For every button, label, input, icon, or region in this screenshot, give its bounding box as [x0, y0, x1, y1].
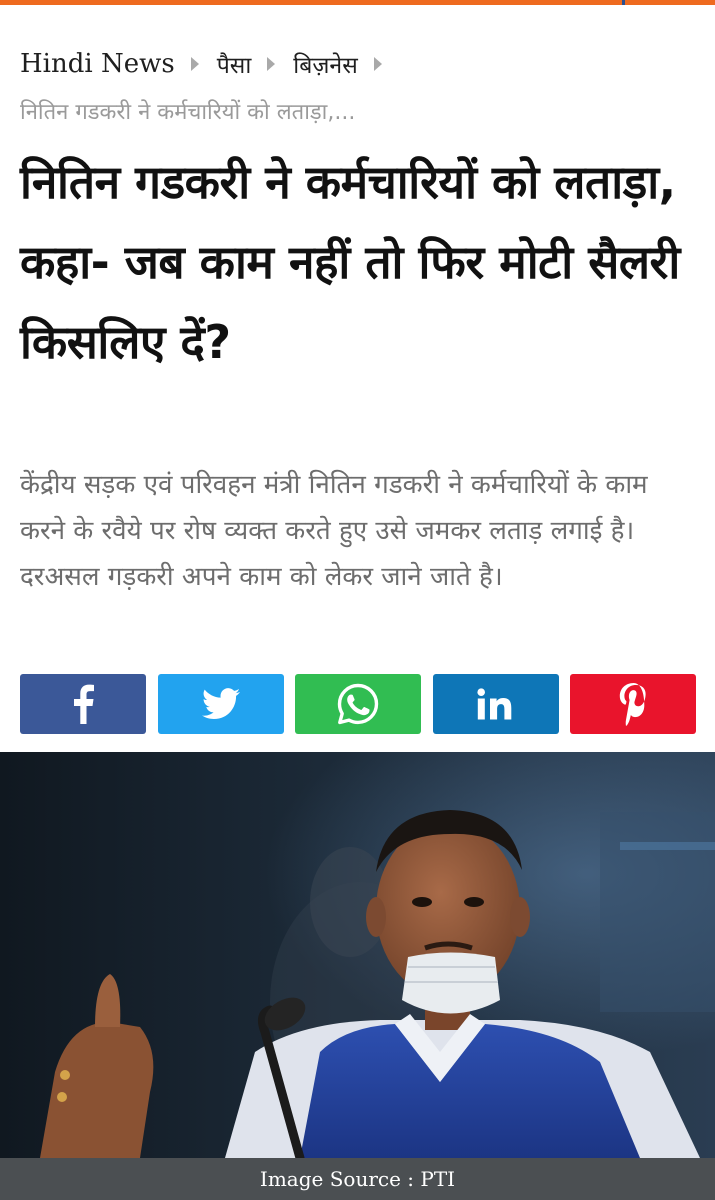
image-caption: Image Source : PTI [259, 1167, 456, 1191]
article-headline: नितिन गडकरी ने कर्मचारियों को लताड़ा, कह… [20, 155, 680, 369]
article-summary: केंद्रीय सड़क एवं परिवहन मंत्री नितिन गड… [20, 470, 648, 592]
breadcrumb-separator-icon [373, 57, 382, 71]
image-caption-bar: Image Source : PTI [0, 1158, 715, 1200]
breadcrumb-separator-icon [190, 57, 199, 71]
breadcrumb: Hindi News पैसा बिज़नेस [20, 46, 400, 82]
speaker-portrait-illustration [0, 752, 715, 1158]
share-whatsapp-button[interactable] [295, 674, 421, 734]
share-facebook-button[interactable] [20, 674, 146, 734]
breadcrumb-separator-icon [267, 57, 276, 71]
breadcrumb-item-hindi-news[interactable]: Hindi News [20, 49, 175, 79]
pinterest-icon [619, 683, 646, 726]
breadcrumb-item-business[interactable]: बिज़नेस [293, 48, 357, 80]
top-accent-bar [0, 0, 715, 5]
share-pinterest-button[interactable] [570, 674, 696, 734]
facebook-icon [74, 684, 94, 724]
share-bar [20, 674, 696, 734]
breadcrumb-current-page: नितिन गडकरी ने कर्मचारियों को लताड़ा,... [20, 100, 356, 125]
twitter-icon [201, 688, 240, 720]
linkedin-icon [476, 688, 511, 720]
article-photo [0, 752, 715, 1158]
whatsapp-icon [337, 683, 379, 725]
breadcrumb-item-paisa[interactable]: पैसा [217, 48, 252, 80]
share-linkedin-button[interactable] [432, 674, 559, 734]
share-twitter-button[interactable] [157, 674, 284, 734]
top-accent-notch [622, 0, 625, 5]
